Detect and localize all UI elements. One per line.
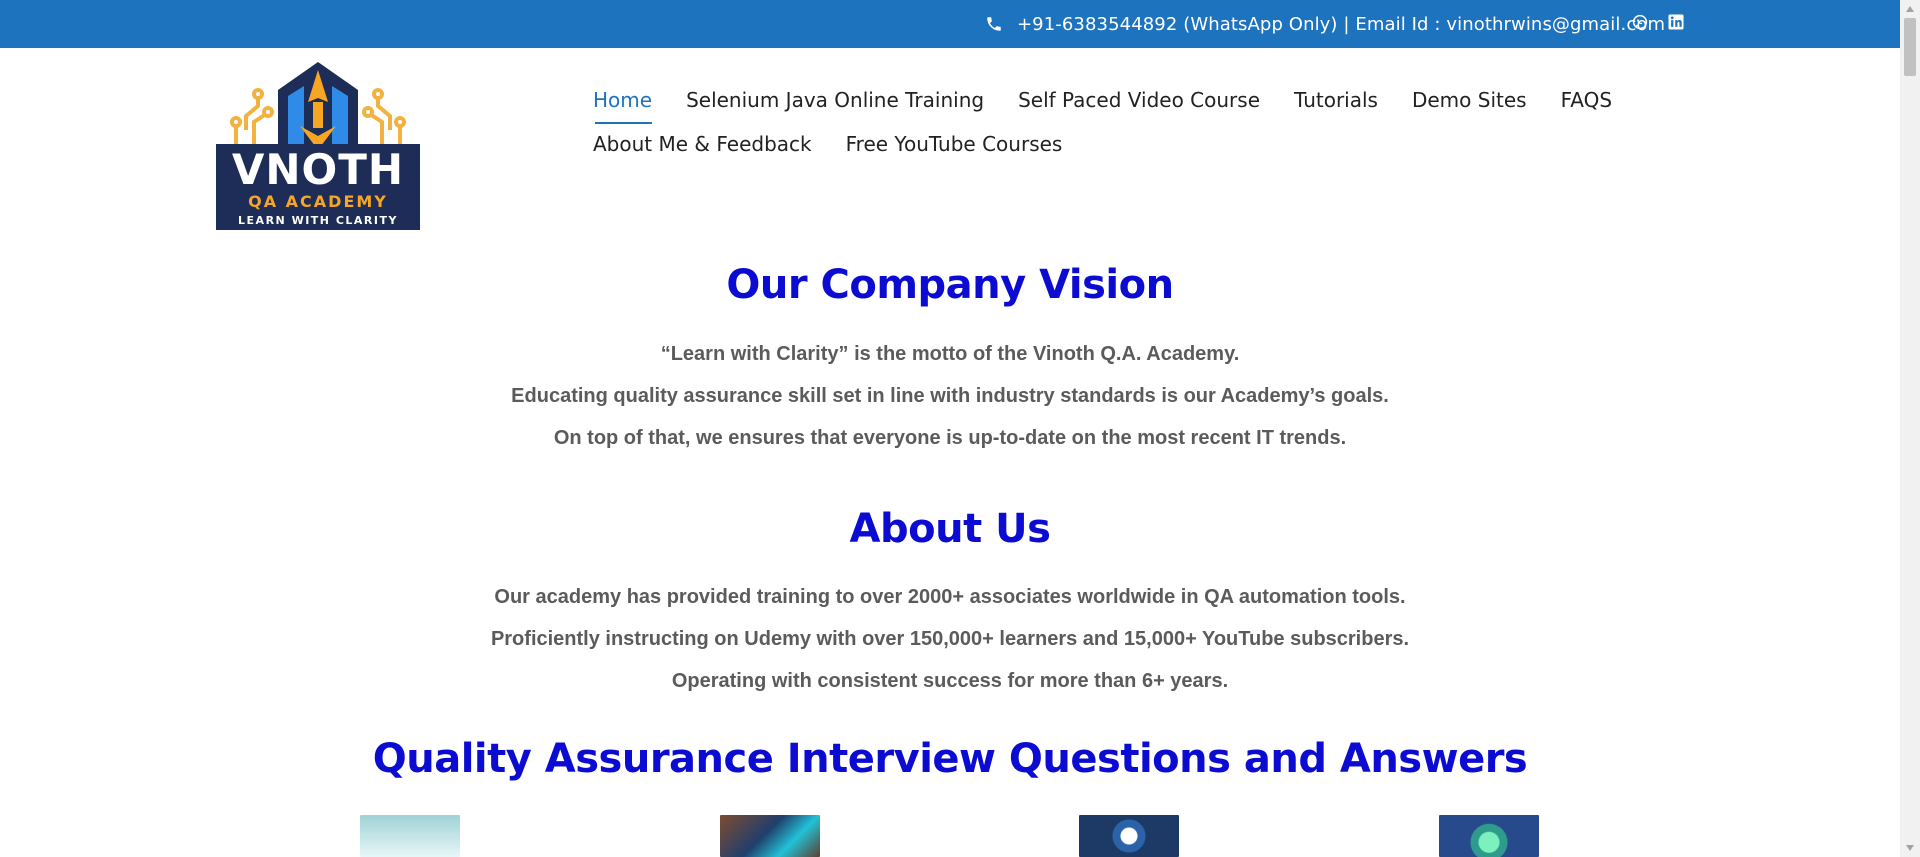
- about-line-3: Operating with consistent success for mo…: [671, 670, 1229, 692]
- interview-thumbnail-1[interactable]: [360, 815, 460, 857]
- nav-selenium-java-online-training[interactable]: Selenium Java Online Training: [686, 88, 984, 112]
- scrollbar-thumb[interactable]: [1904, 18, 1916, 76]
- vision-line-1: “Learn with Clarity” is the motto of the…: [660, 343, 1240, 365]
- phone-icon: [985, 15, 1003, 33]
- nav-faqs[interactable]: FAQS: [1561, 88, 1612, 112]
- nav-row-1: Home Selenium Java Online Training Self …: [593, 78, 1612, 124]
- vnoth-qa-academy-logo[interactable]: VNOTH QA ACADEMY LEARN WITH CLARITY: [216, 62, 420, 230]
- nav-tutorials[interactable]: Tutorials: [1294, 88, 1378, 112]
- qa-section-title: Quality Assurance Interview Questions an…: [372, 736, 1528, 782]
- vision-title: Our Company Vision: [726, 262, 1174, 308]
- whatsapp-icon[interactable]: [1630, 12, 1650, 32]
- social-links: [1630, 12, 1686, 32]
- nav-free-youtube-courses[interactable]: Free YouTube Courses: [846, 132, 1063, 156]
- nav-about-me-feedback[interactable]: About Me & Feedback: [593, 132, 812, 156]
- interview-thumbnail-2[interactable]: [720, 815, 820, 857]
- main-navigation: Home Selenium Java Online Training Self …: [593, 78, 1612, 166]
- about-title: About Us: [849, 506, 1051, 552]
- scroll-down-arrow-icon[interactable]: [1906, 845, 1914, 851]
- nav-home[interactable]: Home: [593, 88, 653, 124]
- vision-text: “Learn with Clarity” is the motto of the…: [0, 333, 1900, 459]
- logo-brand-text: VNOTH: [232, 145, 404, 194]
- scroll-up-arrow-icon[interactable]: [1906, 6, 1914, 12]
- interview-thumbnails: [360, 815, 1560, 857]
- logo-academy-text: QA ACADEMY: [248, 192, 388, 211]
- linkedin-icon[interactable]: [1666, 12, 1686, 32]
- top-contact-bar: +91-6383544892 (WhatsApp Only) | Email I…: [0, 0, 1900, 48]
- contact-info: +91-6383544892 (WhatsApp Only) | Email I…: [985, 0, 1665, 48]
- interview-thumbnail-3[interactable]: [1079, 815, 1179, 857]
- contact-text: +91-6383544892 (WhatsApp Only) | Email I…: [1017, 13, 1666, 35]
- vision-line-2: Educating quality assurance skill set in…: [511, 385, 1389, 407]
- logo-tagline-text: LEARN WITH CLARITY: [238, 214, 398, 227]
- about-text: Our academy has provided training to ove…: [0, 576, 1900, 702]
- nav-self-paced-video-course[interactable]: Self Paced Video Course: [1018, 88, 1260, 112]
- nav-demo-sites[interactable]: Demo Sites: [1412, 88, 1527, 112]
- about-line-1: Our academy has provided training to ove…: [494, 586, 1406, 608]
- vision-line-3: On top of that, we ensures that everyone…: [553, 427, 1347, 449]
- interview-thumbnail-4[interactable]: [1439, 815, 1539, 857]
- about-line-2: Proficiently instructing on Udemy with o…: [490, 628, 1410, 650]
- nav-row-2: About Me & Feedback Free YouTube Courses: [593, 122, 1593, 166]
- page-scrollbar[interactable]: [1900, 0, 1920, 857]
